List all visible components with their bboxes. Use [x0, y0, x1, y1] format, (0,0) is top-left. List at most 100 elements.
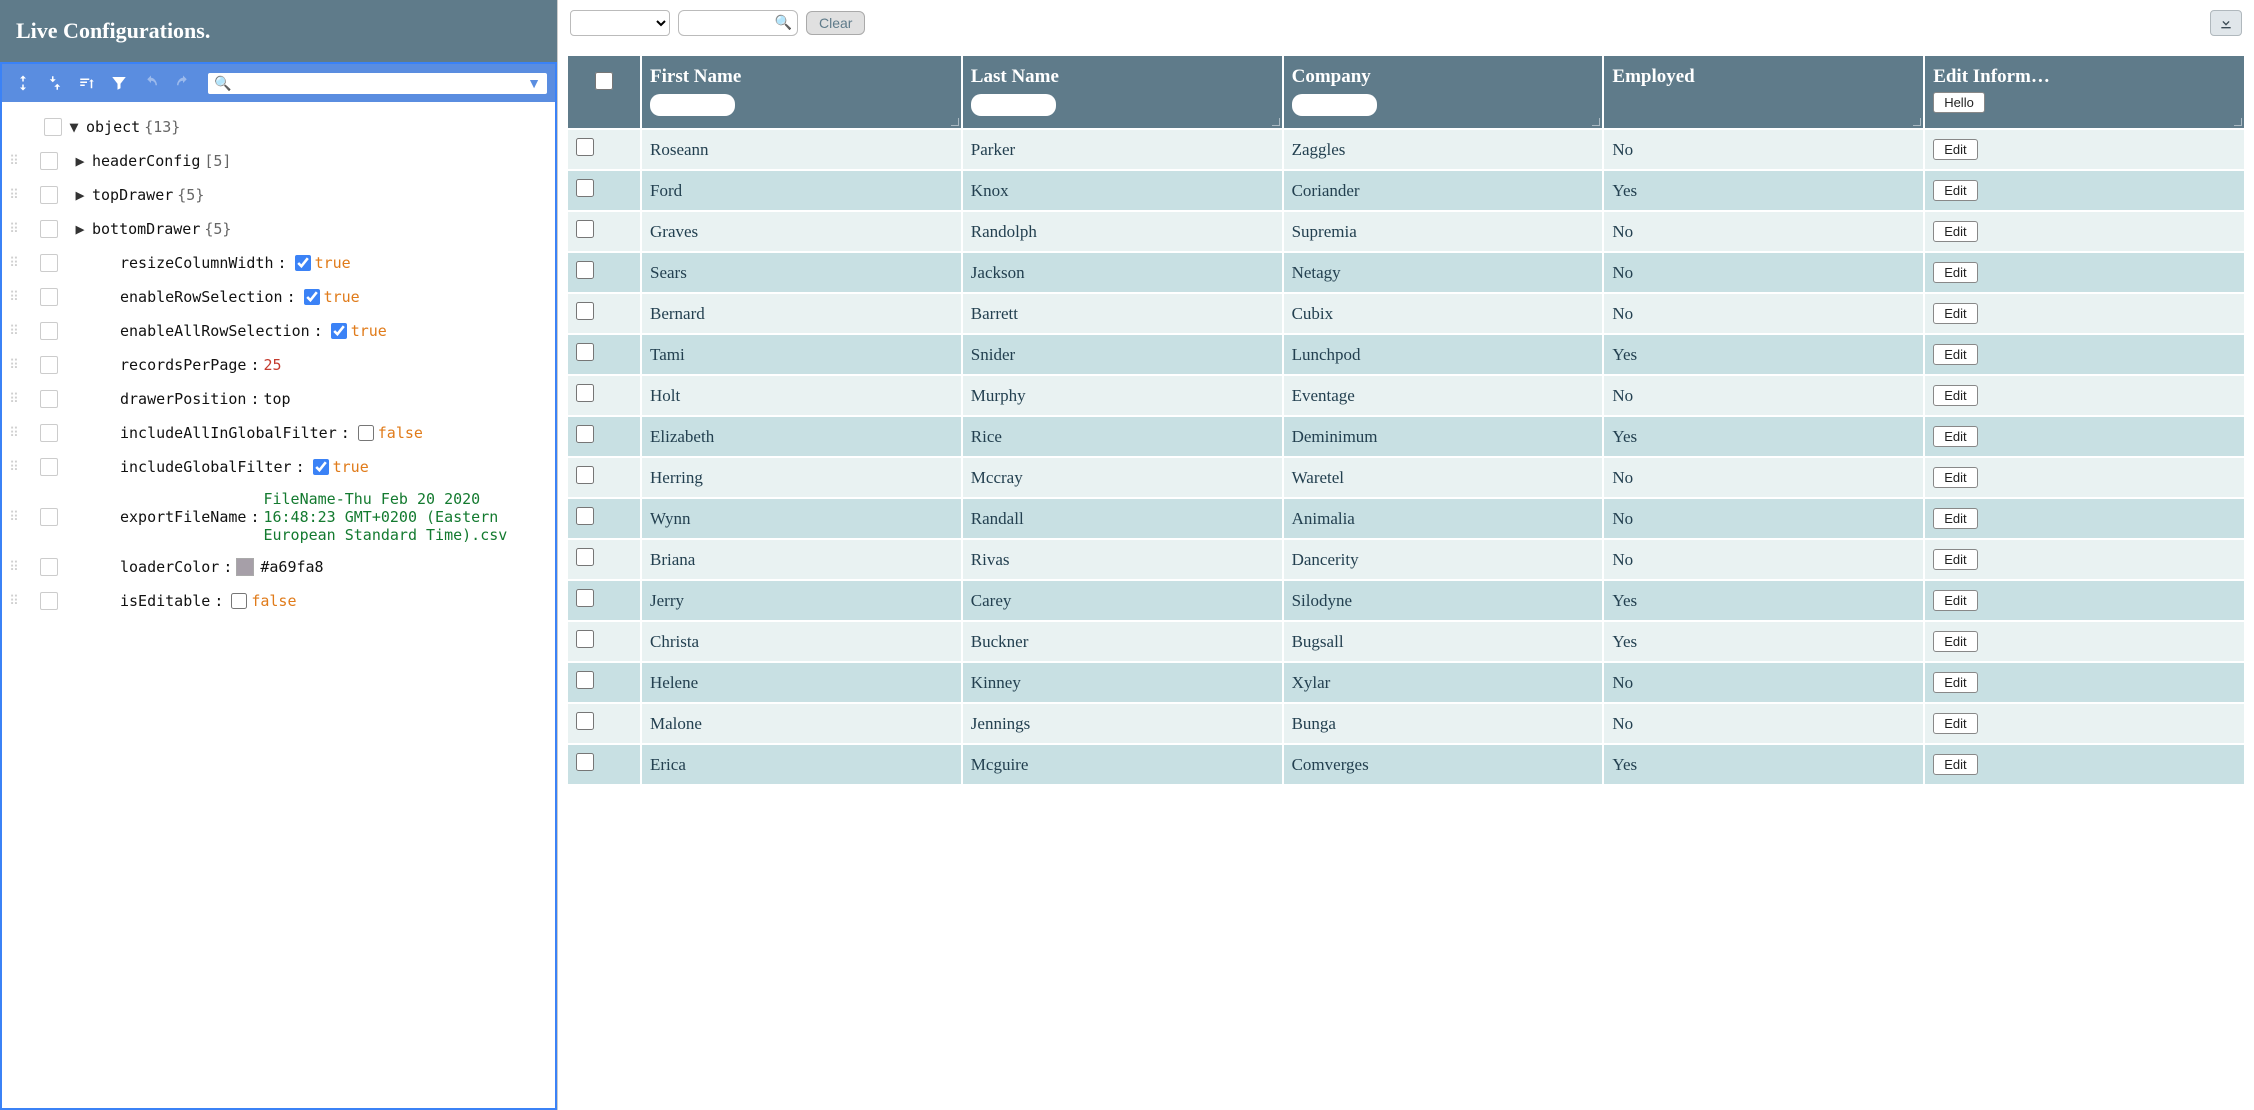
- row-checkbox[interactable]: [576, 261, 594, 279]
- select-all-checkbox[interactable]: [595, 72, 613, 90]
- drag-handle-icon[interactable]: ⠿: [6, 560, 22, 575]
- drag-handle-icon[interactable]: ⠿: [6, 392, 22, 407]
- edit-button[interactable]: Edit: [1933, 754, 1977, 775]
- row-checkbox[interactable]: [576, 589, 594, 607]
- clear-button[interactable]: Clear: [806, 11, 865, 35]
- node-icon[interactable]: [40, 592, 58, 610]
- caret-right-icon[interactable]: ▶: [72, 220, 88, 238]
- column-header[interactable]: Edit Inform…Hello: [1925, 56, 2244, 128]
- column-header[interactable]: Last Name: [963, 56, 1282, 128]
- drag-handle-icon[interactable]: ⠿: [6, 426, 22, 441]
- caret-down-icon[interactable]: ▼: [66, 118, 82, 136]
- column-filter-input[interactable]: [971, 94, 1056, 116]
- color-swatch[interactable]: [236, 558, 254, 576]
- row-checkbox[interactable]: [576, 712, 594, 730]
- node-icon[interactable]: [40, 254, 58, 272]
- edit-button[interactable]: Edit: [1933, 344, 1977, 365]
- cell-edit: Edit: [1925, 335, 2244, 374]
- resize-handle-icon[interactable]: [2232, 116, 2242, 126]
- edit-button[interactable]: Edit: [1933, 631, 1977, 652]
- drag-handle-icon[interactable]: ⠿: [6, 510, 22, 525]
- sort-icon[interactable]: [74, 70, 100, 96]
- row-checkbox[interactable]: [576, 466, 594, 484]
- row-checkbox[interactable]: [576, 138, 594, 156]
- drag-handle-icon[interactable]: ⠿: [6, 154, 22, 169]
- row-checkbox[interactable]: [576, 753, 594, 771]
- drag-handle-icon[interactable]: ⠿: [6, 256, 22, 271]
- expand-all-icon[interactable]: [10, 70, 36, 96]
- row-checkbox[interactable]: [576, 179, 594, 197]
- row-checkbox[interactable]: [576, 548, 594, 566]
- row-checkbox[interactable]: [576, 630, 594, 648]
- resize-handle-icon[interactable]: [1270, 116, 1280, 126]
- row-checkbox[interactable]: [576, 425, 594, 443]
- row-checkbox[interactable]: [576, 220, 594, 238]
- node-icon[interactable]: [40, 558, 58, 576]
- edit-button[interactable]: Edit: [1933, 303, 1977, 324]
- drag-handle-icon[interactable]: ⠿: [6, 324, 22, 339]
- row-checkbox[interactable]: [576, 302, 594, 320]
- node-icon[interactable]: [40, 220, 58, 238]
- redo-icon[interactable]: [170, 70, 196, 96]
- json-search-input[interactable]: [231, 75, 527, 91]
- column-select[interactable]: [570, 10, 670, 36]
- node-icon[interactable]: [40, 288, 58, 306]
- bool-checkbox[interactable]: [304, 289, 320, 305]
- table-row: HeleneKinneyXylarNoEdit: [568, 663, 2244, 702]
- download-button[interactable]: [2210, 10, 2242, 36]
- edit-button[interactable]: Edit: [1933, 508, 1977, 529]
- edit-button[interactable]: Edit: [1933, 426, 1977, 447]
- edit-button[interactable]: Edit: [1933, 467, 1977, 488]
- node-icon[interactable]: [40, 390, 58, 408]
- resize-handle-icon[interactable]: [1590, 116, 1600, 126]
- caret-right-icon[interactable]: ▶: [72, 152, 88, 170]
- chevron-down-icon[interactable]: ▼: [527, 75, 541, 91]
- drag-handle-icon[interactable]: ⠿: [6, 188, 22, 203]
- edit-button[interactable]: Edit: [1933, 672, 1977, 693]
- bool-checkbox[interactable]: [358, 425, 374, 441]
- drag-handle-icon[interactable]: ⠿: [6, 358, 22, 373]
- edit-button[interactable]: Edit: [1933, 549, 1977, 570]
- resize-handle-icon[interactable]: [949, 116, 959, 126]
- edit-button[interactable]: Edit: [1933, 385, 1977, 406]
- filter-icon[interactable]: [106, 70, 132, 96]
- drag-handle-icon[interactable]: ⠿: [6, 290, 22, 305]
- bool-checkbox[interactable]: [331, 323, 347, 339]
- bool-checkbox[interactable]: [295, 255, 311, 271]
- column-filter-input[interactable]: [650, 94, 735, 116]
- tree-key: bottomDrawer: [92, 220, 200, 238]
- edit-button[interactable]: Edit: [1933, 590, 1977, 611]
- row-checkbox[interactable]: [576, 343, 594, 361]
- node-icon[interactable]: [40, 322, 58, 340]
- column-filter-input[interactable]: [1292, 94, 1377, 116]
- row-checkbox[interactable]: [576, 384, 594, 402]
- drag-handle-icon[interactable]: ⠿: [6, 594, 22, 609]
- node-icon[interactable]: [40, 458, 58, 476]
- resize-handle-icon[interactable]: [1911, 116, 1921, 126]
- row-checkbox[interactable]: [576, 671, 594, 689]
- node-icon[interactable]: [40, 356, 58, 374]
- edit-button[interactable]: Edit: [1933, 180, 1977, 201]
- edit-button[interactable]: Edit: [1933, 221, 1977, 242]
- node-icon[interactable]: [40, 508, 58, 526]
- edit-button[interactable]: Edit: [1933, 139, 1977, 160]
- hello-button[interactable]: Hello: [1933, 92, 1985, 113]
- edit-button[interactable]: Edit: [1933, 713, 1977, 734]
- bool-checkbox[interactable]: [313, 459, 329, 475]
- column-header[interactable]: First Name: [642, 56, 961, 128]
- node-icon[interactable]: [40, 186, 58, 204]
- cell-employed: No: [1604, 130, 1923, 169]
- column-header[interactable]: Employed: [1604, 56, 1923, 128]
- node-icon[interactable]: [40, 424, 58, 442]
- row-checkbox[interactable]: [576, 507, 594, 525]
- edit-button[interactable]: Edit: [1933, 262, 1977, 283]
- column-header[interactable]: Company: [1284, 56, 1603, 128]
- drag-handle-icon[interactable]: ⠿: [6, 222, 22, 237]
- undo-icon[interactable]: [138, 70, 164, 96]
- caret-right-icon[interactable]: ▶: [72, 186, 88, 204]
- bool-checkbox[interactable]: [231, 593, 247, 609]
- collapse-all-icon[interactable]: [42, 70, 68, 96]
- node-icon[interactable]: [44, 118, 62, 136]
- drag-handle-icon[interactable]: ⠿: [6, 460, 22, 475]
- node-icon[interactable]: [40, 152, 58, 170]
